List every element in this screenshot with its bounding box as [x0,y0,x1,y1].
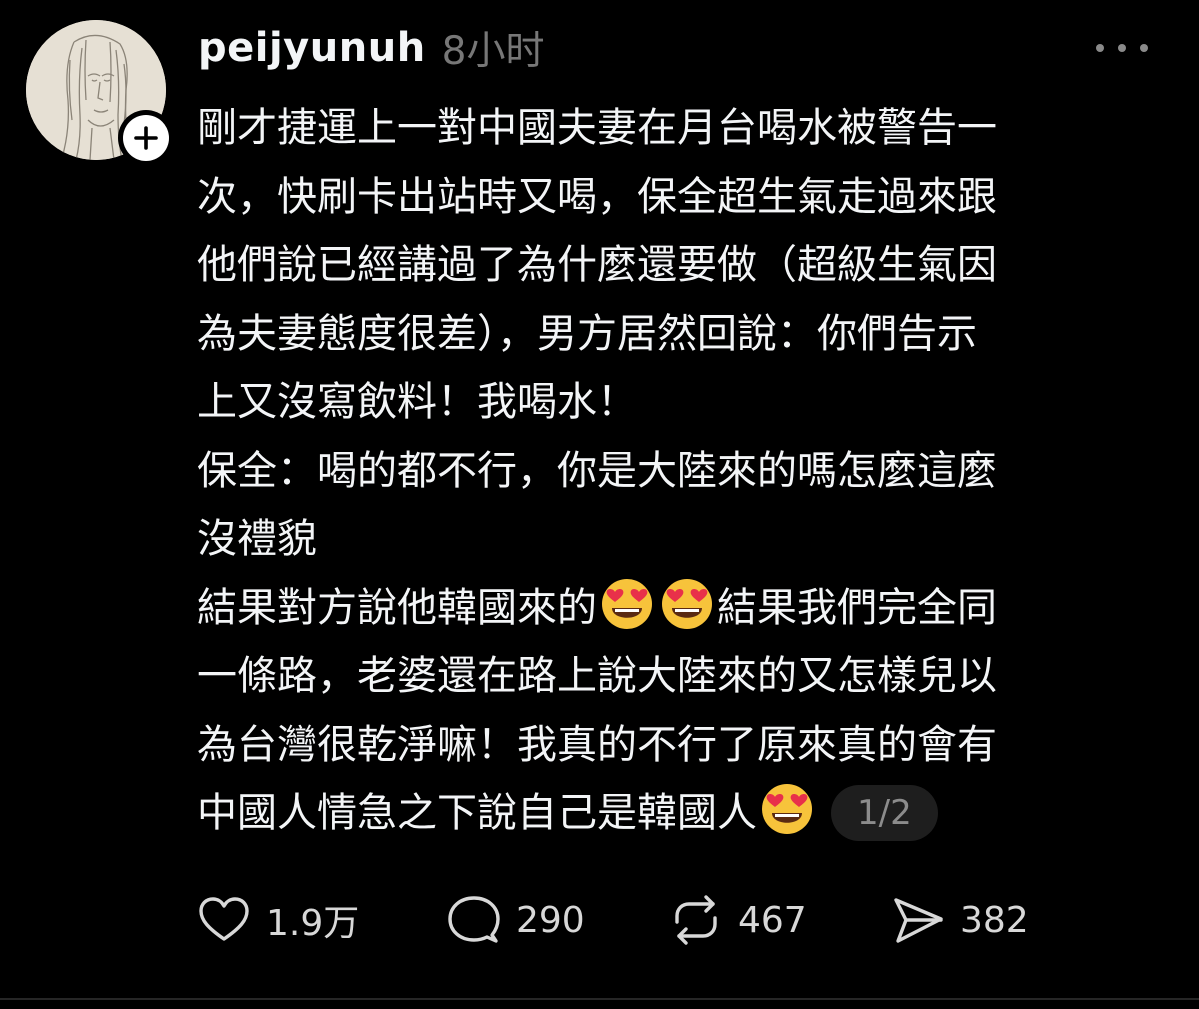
post-divider [0,998,1199,1000]
avatar-container [26,20,174,166]
username[interactable]: peijyunuh [198,25,426,71]
post-text-segment: 中國人情急之下說自己是韓國人 [197,790,757,836]
thread-post: peijyunuh 8小时 剛才捷運上一對中國夫妻在月台喝水被警告一 次，快刷卡… [0,0,1199,1000]
repost-button[interactable]: 467 [668,892,890,948]
share-count: 382 [960,899,1029,941]
more-options-button[interactable] [1096,30,1148,66]
post-text-segment: 結果我們完全同 [717,584,997,631]
send-icon [894,898,943,943]
media-page-indicator: 1/2 [831,785,938,841]
post-text-line: 剛才捷運上一對中國夫妻在月台喝水被警告一 [197,105,997,151]
like-count: 1.9万 [266,903,360,944]
heart-eyes-emoji-icon [600,577,654,631]
repost-count: 467 [738,899,807,941]
post-text-segment: 結果對方說他韓國來的 [197,584,597,631]
comment-bubble-icon [448,896,500,943]
post-body: 剛才捷運上一對中國夫妻在月台喝水被警告一 次，快刷卡出站時又喝，保全超生氣走過來… [197,94,1162,848]
post-header: peijyunuh 8小时 [198,20,545,76]
post-text-line: 次，快刷卡出站時又喝，保全超生氣走過來跟 [197,173,997,220]
more-dot-icon [1140,44,1148,52]
reply-button[interactable]: 290 [446,892,668,948]
post-text-line: 沒禮貌 [197,516,317,562]
post-text-line: 為台灣很乾淨嘛！我真的不行了原來真的會有 [197,721,997,768]
more-dot-icon [1118,44,1126,52]
heart-icon [199,897,249,941]
post-text-line: 他們說已經講過了為什麼還要做（超級生氣因 [197,242,997,288]
follow-button[interactable] [118,110,174,166]
post-text-line: 保全：喝的都不行，你是大陸來的嗎怎麼這麼 [197,447,997,494]
timestamp: 8小时 [441,29,545,74]
like-button[interactable]: 1.9万 [196,892,446,948]
post-text-line: 上又沒寫飲料！我喝水！ [197,379,637,425]
post-text-line: 結果對方說他韓國來的 結果我們完全同 [197,574,1162,643]
post-text-line: 中國人情急之下說自己是韓國人 1/2 [197,779,1162,848]
heart-eyes-emoji-icon [760,782,814,836]
reply-count: 290 [516,899,585,941]
plus-icon [134,126,158,150]
heart-eyes-emoji-icon [660,577,714,631]
share-button[interactable]: 382 [890,892,1029,948]
post-text-line: 一條路，老婆還在路上說大陸來的又怎樣兒以 [197,653,997,699]
post-text-line: 為夫妻態度很差），男方居然回說：你們告示 [197,310,977,357]
more-dot-icon [1096,44,1104,52]
repost-icon [675,895,717,945]
action-bar: 1.9万 290 467 382 [196,890,1029,950]
